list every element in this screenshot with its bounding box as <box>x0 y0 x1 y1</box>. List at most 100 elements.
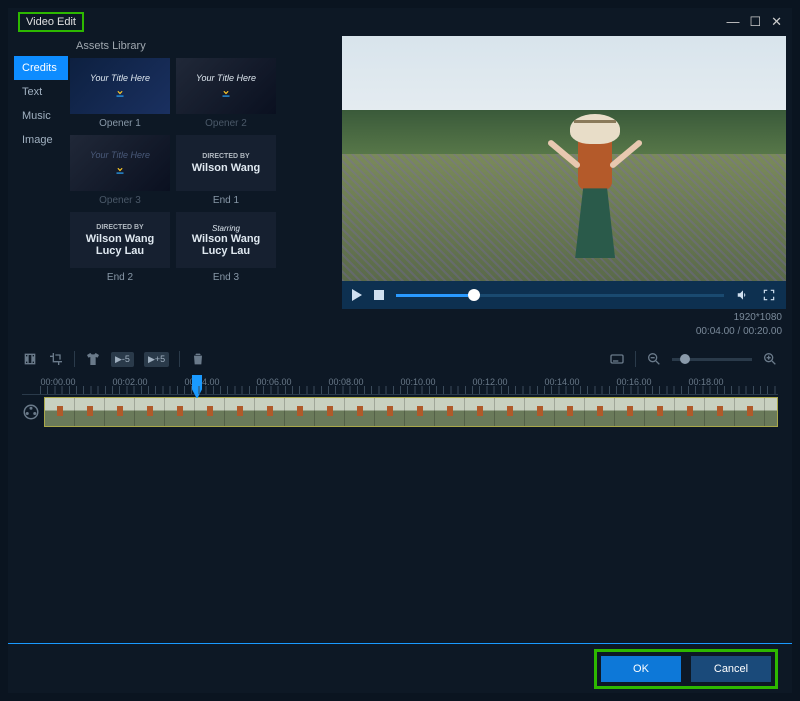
tile-end3-name2: Lucy Lau <box>202 245 250 257</box>
close-button[interactable]: ✕ <box>771 14 782 30</box>
clip-thumb[interactable] <box>585 398 615 426</box>
reel-icon <box>22 403 40 421</box>
tile-end1[interactable]: DIRECTED BY Wilson Wang End 1 <box>176 135 276 206</box>
shirt-icon[interactable] <box>85 351 101 367</box>
seek-thumb[interactable] <box>468 289 480 301</box>
ruler-mark: 00:12.00 <box>472 377 507 387</box>
video-edit-window: Video Edit — ☐ ✕ Assets Library Credits … <box>8 8 792 693</box>
clip-thumb[interactable] <box>315 398 345 426</box>
assets-grid: Your Title Here Opener 1 Your Title Here… <box>68 56 278 285</box>
timeline: 00:00.00 00:02.00 00:04.00 00:06.00 00:0… <box>14 373 786 429</box>
video-track[interactable] <box>44 397 778 427</box>
seek-bar[interactable] <box>396 294 724 297</box>
clip-thumb[interactable] <box>405 398 435 426</box>
titlebar: Video Edit — ☐ ✕ <box>8 8 792 36</box>
tile-opener2-thumb[interactable]: Your Title Here <box>176 58 276 114</box>
assets-area: Credits Text Music Image Your Title Here… <box>14 56 334 285</box>
download-icon <box>113 162 127 176</box>
trash-icon[interactable] <box>190 351 206 367</box>
zoom-thumb[interactable] <box>680 354 690 364</box>
download-icon <box>219 85 233 99</box>
tile-opener1-thumb[interactable]: Your Title Here <box>70 58 170 114</box>
clip-thumb[interactable] <box>675 398 705 426</box>
clip-thumb[interactable] <box>345 398 375 426</box>
toolbar-divider <box>179 351 180 367</box>
assets-panel: Assets Library Credits Text Music Image … <box>14 36 334 341</box>
clip-thumb[interactable] <box>255 398 285 426</box>
clip-thumb[interactable] <box>765 398 778 426</box>
clip-thumb[interactable] <box>75 398 105 426</box>
category-credits[interactable]: Credits <box>14 56 68 80</box>
clip-thumb[interactable] <box>645 398 675 426</box>
clip-thumb[interactable] <box>105 398 135 426</box>
play-button[interactable] <box>352 289 362 301</box>
ok-button[interactable]: OK <box>601 656 681 682</box>
clip-thumb[interactable] <box>525 398 555 426</box>
zoom-in-icon[interactable] <box>762 351 778 367</box>
film-icon[interactable] <box>22 351 38 367</box>
speed-up-button[interactable]: ▶+5 <box>144 352 169 367</box>
category-image[interactable]: Image <box>14 128 68 152</box>
tile-opener2[interactable]: Your Title Here Opener 2 <box>176 58 276 129</box>
preview-person <box>555 114 635 254</box>
clip-thumb[interactable] <box>135 398 165 426</box>
clip-thumb[interactable] <box>375 398 405 426</box>
volume-icon[interactable] <box>736 288 750 302</box>
category-music[interactable]: Music <box>14 104 68 128</box>
tile-end3-name1: Wilson Wang <box>192 233 261 245</box>
zoom-slider[interactable] <box>672 358 752 361</box>
maximize-button[interactable]: ☐ <box>749 14 761 30</box>
ruler-mark: 00:16.00 <box>616 377 651 387</box>
caption-icon[interactable] <box>609 351 625 367</box>
clip-thumb[interactable] <box>555 398 585 426</box>
tile-end2-name1: Wilson Wang <box>86 233 155 245</box>
tile-end1-directed: DIRECTED BY <box>202 153 249 160</box>
tile-end1-label: End 1 <box>213 195 239 206</box>
tile-end3-thumb[interactable]: Starring Wilson Wang Lucy Lau <box>176 212 276 268</box>
clip-thumb[interactable] <box>435 398 465 426</box>
clip-thumb[interactable] <box>285 398 315 426</box>
window-title: Video Edit <box>18 12 84 32</box>
tile-end1-thumb[interactable]: DIRECTED BY Wilson Wang <box>176 135 276 191</box>
category-text[interactable]: Text <box>14 80 68 104</box>
clip-thumb[interactable] <box>615 398 645 426</box>
preview-panel: 1920*1080 00:04.00 / 00:20.00 <box>342 36 786 341</box>
crop-icon[interactable] <box>48 351 64 367</box>
tile-opener3[interactable]: Your Title Here Opener 3 <box>70 135 170 206</box>
zoom-out-icon[interactable] <box>646 351 662 367</box>
clip-thumb[interactable] <box>705 398 735 426</box>
fullscreen-icon[interactable] <box>762 288 776 302</box>
window-controls: — ☐ ✕ <box>726 14 782 30</box>
tile-opener3-thumb[interactable]: Your Title Here <box>70 135 170 191</box>
ruler-mark: 00:02.00 <box>112 377 147 387</box>
playhead[interactable] <box>192 375 202 399</box>
footer-highlight: OK Cancel <box>594 649 778 689</box>
clip-thumb[interactable] <box>45 398 75 426</box>
clip-thumb[interactable] <box>165 398 195 426</box>
stop-button[interactable] <box>374 290 384 300</box>
tile-opener1[interactable]: Your Title Here Opener 1 <box>70 58 170 129</box>
tile-opener3-text: Your Title Here <box>90 150 150 160</box>
tile-end2-name2: Lucy Lau <box>96 245 144 257</box>
clip-thumb[interactable] <box>225 398 255 426</box>
timeline-ruler[interactable]: 00:00.00 00:02.00 00:04.00 00:06.00 00:0… <box>22 375 778 395</box>
speed-down-button[interactable]: ▶-5 <box>111 352 134 367</box>
tile-end3[interactable]: Starring Wilson Wang Lucy Lau End 3 <box>176 212 276 283</box>
video-preview[interactable] <box>342 36 786 281</box>
cancel-button[interactable]: Cancel <box>691 656 771 682</box>
minimize-button[interactable]: — <box>726 14 739 30</box>
clip-thumb[interactable] <box>465 398 495 426</box>
clip-thumb[interactable] <box>735 398 765 426</box>
time-label: 00:04.00 / 00:20.00 <box>346 325 782 339</box>
track-row <box>22 397 778 427</box>
footer: OK Cancel <box>8 643 792 693</box>
tile-end2-label: End 2 <box>107 272 133 283</box>
tile-end2[interactable]: DIRECTED BY Wilson Wang Lucy Lau End 2 <box>70 212 170 283</box>
playback-controls <box>342 281 786 309</box>
download-icon <box>113 85 127 99</box>
tile-end2-thumb[interactable]: DIRECTED BY Wilson Wang Lucy Lau <box>70 212 170 268</box>
resolution-label: 1920*1080 <box>346 311 782 325</box>
clip-thumb[interactable] <box>495 398 525 426</box>
tile-end1-name: Wilson Wang <box>192 162 261 174</box>
clip-thumb[interactable] <box>195 398 225 426</box>
